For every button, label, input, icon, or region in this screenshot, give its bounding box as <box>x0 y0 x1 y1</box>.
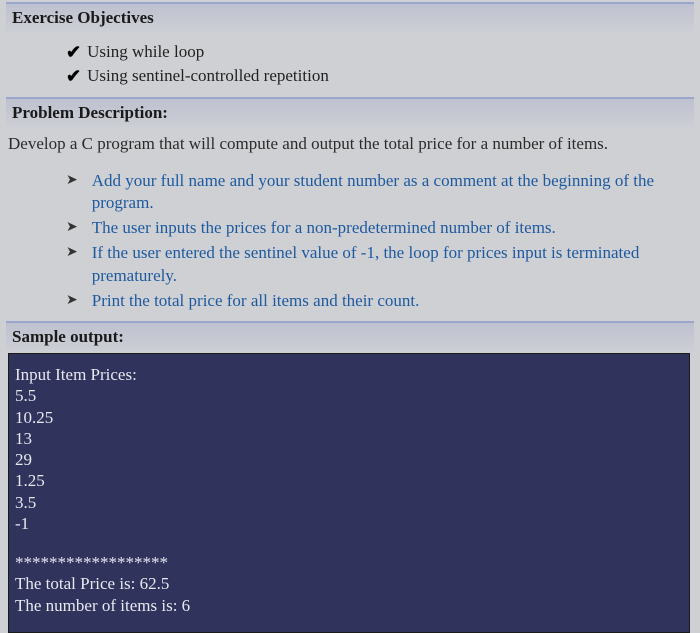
objective-item: ✔ Using while loop <box>66 40 694 64</box>
console-input: 3.5 <box>15 492 683 513</box>
objectives-list: ✔ Using while loop ✔ Using sentinel-cont… <box>6 32 694 97</box>
problem-description-text: Develop a C program that will compute an… <box>6 127 694 164</box>
arrow-icon: ➤ <box>66 172 78 216</box>
arrow-icon: ➤ <box>66 292 78 313</box>
objective-text: Using sentinel-controlled repetition <box>87 65 329 88</box>
bullet-text: The user inputs the prices for a non-pre… <box>92 217 556 240</box>
console-input: 1.25 <box>15 470 683 491</box>
arrow-icon: ➤ <box>66 219 78 240</box>
bullet-item: ➤ If the user entered the sentinel value… <box>66 242 664 288</box>
console-input: -1 <box>15 513 683 534</box>
console-total: The total Price is: 62.5 <box>15 573 683 594</box>
objective-item: ✔ Using sentinel-controlled repetition <box>66 64 694 88</box>
bullet-text: Print the total price for all items and … <box>92 290 420 313</box>
objective-text: Using while loop <box>87 41 204 64</box>
bullet-item: ➤ Add your full name and your student nu… <box>66 170 664 216</box>
bullet-item: ➤ Print the total price for all items an… <box>66 290 664 313</box>
bullet-text: Add your full name and your student numb… <box>92 170 664 216</box>
console-input: 5.5 <box>15 385 683 406</box>
exercise-objectives-header: Exercise Objectives <box>6 2 694 32</box>
console-count: The number of items is: 6 <box>15 595 683 616</box>
bullet-text: If the user entered the sentinel value o… <box>92 242 664 288</box>
requirements-list: ➤ Add your full name and your student nu… <box>6 164 694 322</box>
console-input: 29 <box>15 449 683 470</box>
arrow-icon: ➤ <box>66 244 78 288</box>
check-icon: ✔ <box>66 64 81 88</box>
sample-output-header: Sample output: <box>6 321 694 351</box>
console-divider: ****************** <box>15 552 683 573</box>
problem-description-header: Problem Description: <box>6 97 694 127</box>
console-output: Input Item Prices: 5.5 10.25 13 29 1.25 … <box>8 353 690 633</box>
bullet-item: ➤ The user inputs the prices for a non-p… <box>66 217 664 240</box>
console-input: 13 <box>15 428 683 449</box>
console-prompt: Input Item Prices: <box>15 364 683 385</box>
console-input: 10.25 <box>15 407 683 428</box>
check-icon: ✔ <box>66 40 81 64</box>
